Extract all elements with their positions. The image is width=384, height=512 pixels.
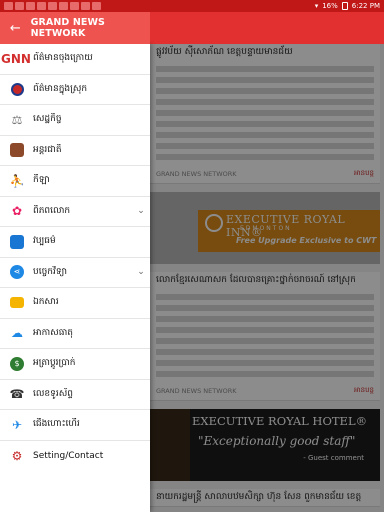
- exchange-icon: $: [9, 356, 25, 372]
- menu-item-exchange-rate[interactable]: $ អត្រាប្តូរប្រាក់: [0, 349, 150, 380]
- signal-icon: ▾: [314, 2, 319, 10]
- menu-item-label: វប្បធម៌: [33, 236, 56, 247]
- scale-icon: ⚖: [11, 112, 23, 127]
- globe-icon: ✿: [11, 204, 23, 219]
- menu-item-sports[interactable]: ⛹ កីឡា: [0, 166, 150, 197]
- back-arrow-icon[interactable]: ←: [0, 21, 31, 36]
- notification-icons: [4, 2, 315, 10]
- settings-icon: ⚙: [11, 448, 23, 463]
- drawer-header: ← GRAND NEWS NETWORK: [0, 12, 150, 44]
- airplane-icon: ✈: [11, 417, 23, 432]
- menu-item-settings[interactable]: ⚙ Setting/Contact: [0, 441, 150, 472]
- sports-icon: ⛹: [9, 173, 25, 188]
- menu-item-flights[interactable]: ✈ ជើងហោះហើរ: [0, 410, 150, 441]
- menu-item-label: ព័ត៌មានចុងក្រោយ: [33, 53, 93, 64]
- menu-item-economy[interactable]: ⚖ សេដ្ឋកិច្ច: [0, 105, 150, 136]
- drawer-scrim[interactable]: [150, 44, 384, 512]
- menu-item-label: អត្រាប្តូរប្រាក់: [33, 358, 76, 369]
- share-icon: ⋖: [9, 264, 25, 280]
- gnn-logo-icon: GNN: [1, 51, 31, 66]
- menu-item-culture[interactable]: វប្បធម៌: [0, 227, 150, 258]
- app-title: GRAND NEWS NETWORK: [30, 17, 105, 39]
- notification-icon: [4, 2, 13, 10]
- cambodia-icon: [9, 81, 25, 97]
- notification-icon: [15, 2, 24, 10]
- menu-item-label: ជើងហោះហើរ: [33, 419, 80, 430]
- menu-item-phone-numbers[interactable]: ☎ លេខទូរស័ព្ទ: [0, 380, 150, 410]
- menu-item-world[interactable]: ✿ ពិភពលោក ⌄: [0, 197, 150, 227]
- menu-item-label: លេខទូរស័ព្ទ: [33, 388, 73, 399]
- folder-icon: [9, 295, 25, 311]
- menu-item-weather[interactable]: ☁ អាកាសធាតុ: [0, 319, 150, 349]
- notification-icon: [26, 2, 35, 10]
- menu-item-technology[interactable]: ⋖ បច្ចេកវិទ្យា ⌄: [0, 258, 150, 288]
- notification-icon: [37, 2, 46, 10]
- menu-item-label: បច្ចេកវិទ្យា: [33, 266, 67, 277]
- notification-icon: [92, 2, 101, 10]
- menu-item-label: អន្តរជាតិ: [33, 144, 62, 155]
- clock: 6:22 PM: [351, 2, 380, 10]
- notification-icon: [70, 2, 79, 10]
- battery-percent: 16%: [322, 2, 338, 10]
- notification-icon: [59, 2, 68, 10]
- menu-item-label: Setting/Contact: [33, 450, 104, 461]
- notification-icon: [48, 2, 57, 10]
- menu-item-label: កីឡា: [33, 175, 50, 186]
- chevron-down-icon[interactable]: ⌄: [132, 267, 150, 277]
- books-icon: [9, 142, 25, 158]
- menu-item-label: អាកាសធាតុ: [33, 327, 73, 338]
- menu-item-latest-news[interactable]: GNN ព័ត៌មានចុងក្រោយ: [0, 44, 150, 75]
- menu-item-label: សេដ្ឋកិច្ច: [33, 114, 62, 125]
- navigation-drawer: GNN ព័ត៌មានចុងក្រោយ ព័ត៌មានក្នុងស្រុក ⚖ …: [0, 44, 150, 512]
- menu-item-international[interactable]: អន្តរជាតិ: [0, 136, 150, 166]
- battery-icon: [341, 2, 348, 10]
- menu-item-label: ឯកសារ: [33, 297, 59, 308]
- cloud-icon: ☁: [11, 326, 23, 341]
- menu-item-local-news[interactable]: ព័ត៌មានក្នុងស្រុក: [0, 75, 150, 105]
- media-icon: [9, 234, 25, 250]
- chevron-down-icon[interactable]: ⌄: [132, 206, 150, 216]
- notification-icon: [81, 2, 90, 10]
- phone-icon: ☎: [9, 387, 25, 402]
- status-bar: ▾ 16% 6:22 PM: [0, 0, 384, 12]
- menu-item-label: ពិភពលោក: [33, 205, 71, 216]
- menu-item-documents[interactable]: ឯកសារ: [0, 288, 150, 319]
- menu-item-label: ព័ត៌មានក្នុងស្រុក: [33, 83, 88, 94]
